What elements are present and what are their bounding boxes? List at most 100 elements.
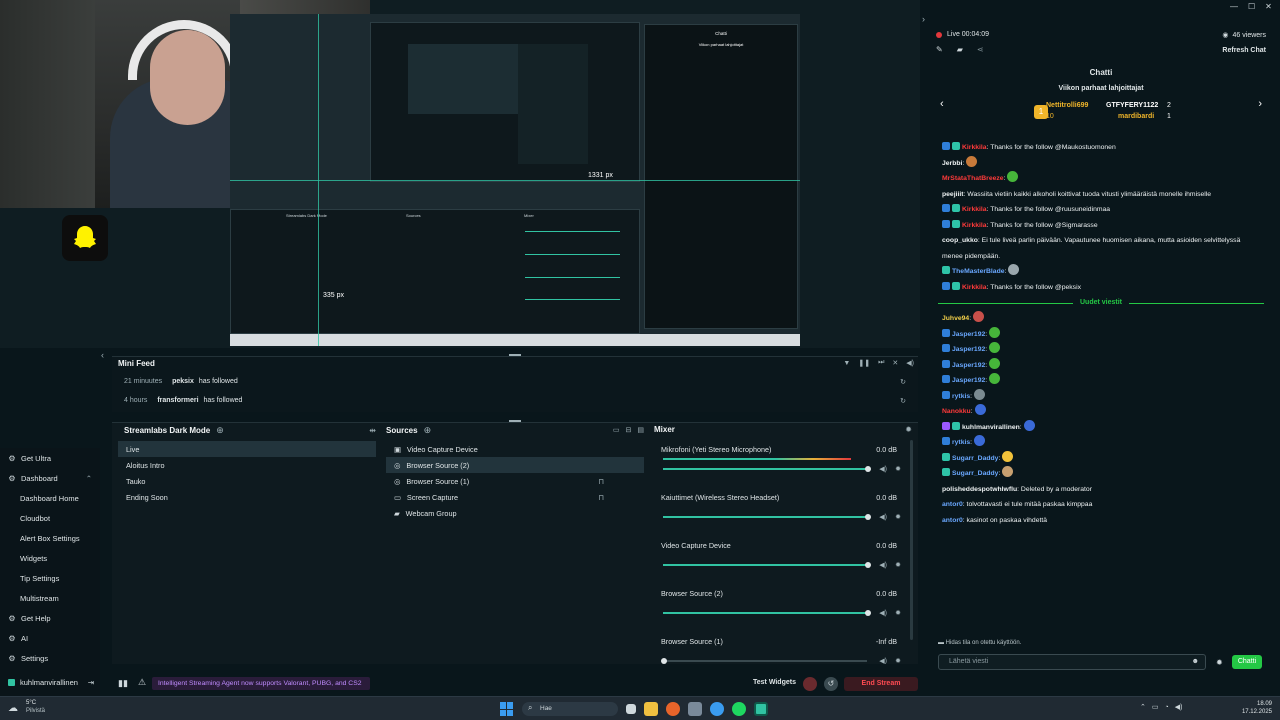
tray-chevron-icon[interactable]: ⌃ [1140, 703, 1146, 711]
share-icon[interactable]: ⋖ [977, 45, 984, 54]
mixer-settings-icon[interactable]: ✹ [905, 425, 912, 434]
send-chat-button[interactable]: Chatti [1232, 655, 1262, 669]
taskbar-search[interactable]: ⌕ Hae [522, 702, 618, 716]
volume-slider[interactable] [663, 468, 867, 470]
folder-add-icon[interactable]: ▤ [637, 426, 644, 434]
add-source-icon[interactable]: ⊕ [424, 425, 432, 436]
nav-settings[interactable]: ⚙ Settings [0, 648, 100, 668]
volume-slider[interactable] [663, 660, 867, 662]
chat-username[interactable]: polisheddespotwhlwflu [942, 486, 1017, 493]
chat-input[interactable]: Lähetä viesti ☻ [938, 654, 1206, 670]
chat-username[interactable]: Jasper192 [952, 331, 985, 338]
chat-username[interactable]: Kirkkila [962, 206, 987, 213]
volume-slider[interactable] [663, 516, 867, 518]
scene-item[interactable]: Tauko [118, 473, 376, 489]
chat-username[interactable]: Jasper192 [952, 346, 985, 353]
scene-item[interactable]: Ending Soon [118, 489, 376, 505]
chat-username[interactable]: Kirkkila [962, 144, 987, 151]
chat-username[interactable]: Juhve94 [942, 315, 969, 322]
volume-icon[interactable]: ◀) [906, 359, 914, 367]
chat-username[interactable]: Jasper192 [952, 377, 985, 384]
chat-username[interactable]: Sugarr_Daddy [952, 470, 998, 477]
nav-dashboard[interactable]: ⚙ Dashboard ⌃ [0, 468, 100, 488]
app-icon[interactable] [688, 702, 702, 716]
chat-username[interactable]: rytkis [952, 439, 970, 446]
volume-slider-knob[interactable] [865, 610, 871, 616]
mixer-scrollbar[interactable] [910, 440, 913, 640]
gear-icon[interactable]: ✹ [895, 609, 901, 617]
chat-username[interactable]: Kirkkila [962, 222, 987, 229]
repeat-alert-icon[interactable]: ↻ [900, 397, 906, 405]
stats-icon[interactable]: ▮▮ [118, 678, 128, 689]
source-item[interactable]: ▣ Video Capture Device [386, 441, 644, 457]
end-stream-button[interactable]: End Stream [844, 677, 918, 691]
lock-icon[interactable]: ⊓ [598, 477, 604, 486]
emoji-icon[interactable]: ☻ [1192, 658, 1199, 665]
volume-slider-knob[interactable] [865, 514, 871, 520]
nav-user[interactable]: kuhlmanvirallinen ⇥ [0, 672, 100, 692]
network-icon[interactable]: ▭ [1152, 703, 1159, 711]
popout-icon[interactable]: ▰ [957, 45, 963, 54]
record-button[interactable] [803, 677, 817, 691]
chat-username[interactable]: TheMasterBlade [952, 268, 1005, 275]
chrome-icon[interactable] [710, 702, 724, 716]
chat-username[interactable]: Kirkkila [962, 284, 987, 291]
chat-username[interactable]: Jerbbi [942, 160, 962, 167]
windows-start-icon[interactable] [500, 702, 514, 716]
streamlabs-icon[interactable] [754, 702, 768, 716]
alert-icon[interactable]: ⚠ [138, 677, 146, 688]
volume-tray-icon[interactable]: ◀) [1175, 703, 1183, 711]
nav-ai[interactable]: ⚙ AI [0, 628, 100, 648]
speaker-icon[interactable]: ◀) [879, 513, 887, 521]
skip-icon[interactable]: ⏭ [878, 359, 884, 367]
firefox-icon[interactable] [666, 702, 680, 716]
source-item[interactable]: ▰ Webcam Group [386, 505, 644, 521]
volume-slider[interactable] [663, 564, 867, 566]
nav-alert-box-settings[interactable]: Alert Box Settings [0, 528, 100, 548]
scene-transition-icon[interactable]: ⇹ [369, 426, 376, 435]
donors-next-chevron-icon[interactable]: › [1258, 98, 1262, 110]
speaker-icon[interactable]: ◀) [879, 657, 887, 664]
wifi-icon[interactable]: ◔ [1165, 704, 1169, 711]
chat-username[interactable]: peejiiit [942, 191, 964, 198]
edit-stream-icon[interactable]: ✎ [936, 45, 943, 54]
nav-get-help[interactable]: ⚙ Get Help [0, 608, 100, 628]
nav-widgets[interactable]: Widgets [0, 548, 100, 568]
chat-username[interactable]: antor0 [942, 517, 963, 524]
lock-icon[interactable]: ⊓ [598, 493, 604, 502]
volume-slider[interactable] [663, 612, 867, 614]
chat-username[interactable]: kuhlmanvirallinen [962, 424, 1020, 431]
nav-get-ultra[interactable]: ⚙ Get Ultra [0, 448, 100, 468]
stream-preview[interactable]: Streamlabs Dark Mode Sources Mixer Chatt… [0, 0, 920, 348]
minimize-button[interactable]: — [1230, 2, 1238, 11]
spotify-icon[interactable] [732, 702, 746, 716]
logout-icon[interactable]: ⇥ [88, 678, 94, 687]
speaker-icon[interactable]: ◀) [879, 561, 887, 569]
test-widgets-button[interactable]: Test Widgets [753, 679, 796, 686]
pause-icon[interactable]: ❚❚ [858, 359, 870, 367]
chevron-up-icon[interactable]: ⌃ [86, 474, 92, 483]
repeat-alert-icon[interactable]: ↻ [900, 378, 906, 386]
collapse-right-chevron-icon[interactable]: › [922, 14, 925, 24]
source-item[interactable]: ◎ Browser Source (2) [386, 457, 644, 473]
weather-widget[interactable]: ☁ 5°C Pilvistä [8, 700, 68, 718]
chat-username[interactable]: Sugarr_Daddy [952, 455, 998, 462]
chat-username[interactable]: Jasper192 [952, 362, 985, 369]
volume-slider-knob[interactable] [865, 466, 871, 472]
scene-collection-title[interactable]: Streamlabs Dark Mode [124, 426, 210, 435]
replay-buffer-button[interactable]: ↺ [824, 677, 838, 691]
chat-username[interactable]: rytkis [952, 393, 970, 400]
donors-prev-chevron-icon[interactable]: ‹ [940, 98, 944, 110]
file-explorer-icon[interactable] [644, 702, 658, 716]
add-group-icon[interactable]: ⊟ [626, 426, 632, 434]
gear-icon[interactable]: ✹ [895, 465, 901, 473]
filter-icon[interactable]: ▼ [843, 360, 850, 367]
chat-username[interactable]: MrStataThatBreeze [942, 175, 1004, 182]
promo-banner[interactable]: Intelligent Streaming Agent now supports… [152, 677, 370, 690]
maximize-button[interactable]: ☐ [1248, 2, 1255, 11]
collapse-left-chevron-icon[interactable]: ‹ [101, 350, 104, 360]
selective-recording-icon[interactable]: ▭ [613, 426, 620, 434]
source-item[interactable]: ◎ Browser Source (1) ⊓ [386, 473, 644, 489]
chat-username[interactable]: antor0 [942, 501, 963, 508]
volume-slider-knob[interactable] [661, 658, 667, 664]
